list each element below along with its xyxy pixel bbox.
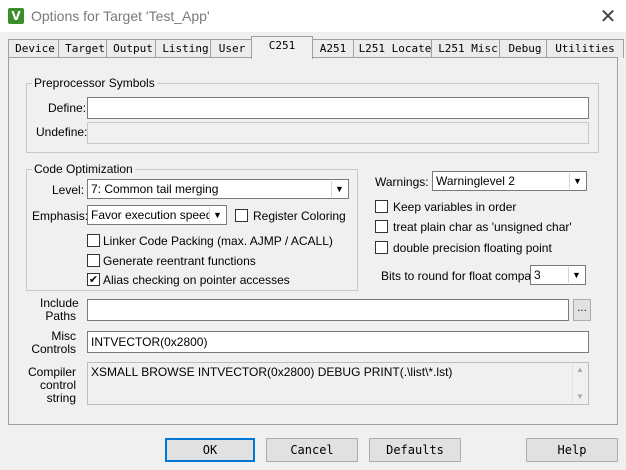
undefine-input[interactable] [87, 122, 589, 144]
register-coloring-checkbox[interactable] [235, 209, 248, 222]
compiler-string-textarea: XSMALL BROWSE INTVECTOR(0x2800) DEBUG PR… [87, 362, 589, 405]
reentrant-checkbox[interactable] [87, 254, 100, 267]
level-value: 7: Common tail merging [91, 182, 219, 196]
browse-paths-button[interactable]: ... [573, 299, 591, 321]
misc-controls-label-line2: Controls [31, 342, 76, 356]
include-paths-label-line2: Paths [45, 309, 76, 323]
tab-debug[interactable]: Debug [499, 39, 551, 58]
reentrant-label: Generate reentrant functions [103, 254, 256, 268]
emphasis-label: Emphasis: [32, 209, 89, 223]
keil-uvision-icon: V [8, 8, 24, 24]
double-precision-checkbox[interactable] [375, 241, 388, 254]
emphasis-select[interactable]: Favor execution speed ▼ [87, 205, 227, 225]
tab-device[interactable]: Device [8, 39, 62, 58]
alias-checking-label: Alias checking on pointer accesses [103, 273, 290, 287]
double-precision-label: double precision floating point [393, 241, 552, 255]
linker-code-packing-label: Linker Code Packing (max. AJMP / ACALL) [103, 234, 333, 248]
undefine-label: Undefine: [36, 125, 88, 139]
emphasis-value: Favor execution speed [91, 208, 213, 222]
linker-code-packing-checkbox[interactable] [87, 234, 100, 247]
tab-listing[interactable]: Listing [155, 39, 216, 58]
plain-char-checkbox[interactable] [375, 220, 388, 233]
chevron-down-icon[interactable]: ▼ [568, 267, 584, 283]
check-icon: ✔ [88, 273, 99, 286]
define-label: Define: [48, 101, 87, 115]
preprocessor-group-label: Preprocessor Symbols [32, 76, 157, 90]
compiler-string-label-line3: string [46, 391, 76, 405]
compiler-string-label-line2: control [39, 378, 76, 392]
tab-target[interactable]: Target [58, 39, 112, 58]
plain-char-label: treat plain char as 'unsigned char' [393, 220, 572, 234]
defaults-button[interactable]: Defaults [369, 438, 461, 462]
bits-round-select[interactable]: 3 ▼ [530, 265, 586, 285]
compiler-string-label-line1: Compiler [27, 365, 76, 379]
warnings-value: Warninglevel 2 [436, 174, 515, 188]
chevron-down-icon[interactable]: ▼ [569, 173, 585, 189]
include-paths-input[interactable] [87, 299, 569, 321]
scroll-up-icon[interactable]: ▲ [576, 365, 584, 374]
chevron-down-icon[interactable]: ▼ [331, 181, 347, 197]
include-paths-label-line1: Include [40, 296, 79, 310]
define-input[interactable] [87, 97, 589, 119]
register-coloring-label: Register Coloring [253, 209, 346, 223]
tab-strip: Device Target Output Listing User C251 A… [8, 36, 624, 59]
tab-c251[interactable]: C251 [251, 36, 313, 59]
warnings-select[interactable]: Warninglevel 2 ▼ [432, 171, 587, 191]
window-title: Options for Target 'Test_App' [31, 8, 210, 24]
tab-output[interactable]: Output [106, 39, 160, 58]
chevron-down-icon[interactable]: ▼ [209, 207, 225, 223]
compiler-string-scrollbar[interactable]: ▲ ▼ [572, 363, 588, 404]
code-optimization-group-label: Code Optimization [32, 162, 135, 176]
level-label: Level: [52, 183, 85, 197]
help-button[interactable]: Help [526, 438, 618, 462]
scroll-down-icon[interactable]: ▼ [576, 392, 584, 401]
tab-l251-locate[interactable]: L251 Locate [353, 39, 437, 58]
close-icon[interactable]: ✕ [590, 0, 626, 32]
cancel-button[interactable]: Cancel [266, 438, 358, 462]
tab-a251[interactable]: A251 [307, 39, 359, 58]
ok-button[interactable]: OK [165, 438, 255, 462]
misc-controls-label-line1: Misc [51, 329, 76, 343]
tab-user[interactable]: User [210, 39, 254, 58]
warnings-label: Warnings: [375, 175, 429, 189]
tab-utilities[interactable]: Utilities [546, 39, 624, 58]
tab-l251-misc[interactable]: L251 Misc [431, 39, 505, 58]
level-select[interactable]: 7: Common tail merging ▼ [87, 179, 349, 199]
bits-round-label: Bits to round for float compare: [381, 269, 546, 283]
misc-controls-input[interactable]: INTVECTOR(0x2800) [87, 331, 589, 353]
keep-variables-label: Keep variables in order [393, 200, 517, 214]
keep-variables-checkbox[interactable] [375, 200, 388, 213]
bits-round-value: 3 [534, 268, 541, 282]
compiler-string-value: XSMALL BROWSE INTVECTOR(0x2800) DEBUG PR… [91, 365, 453, 379]
alias-checking-checkbox[interactable]: ✔ [87, 273, 100, 286]
